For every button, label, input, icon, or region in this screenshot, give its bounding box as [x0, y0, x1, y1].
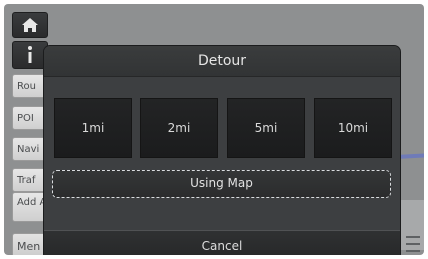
using-map-button[interactable]: Using Map	[52, 170, 391, 198]
detour-2mi-button[interactable]: 2mi	[140, 98, 218, 158]
nav-screen: Rou POI Navi Traf Add Add Men Detour 1mi…	[4, 4, 424, 255]
cancel-button[interactable]: Cancel	[44, 230, 400, 255]
home-button[interactable]	[12, 12, 48, 38]
detour-1mi-button[interactable]: 1mi	[54, 98, 132, 158]
home-icon	[22, 18, 38, 32]
sidebar-item-add[interactable]: Add Add	[12, 192, 48, 222]
detour-10mi-button[interactable]: 10mi	[314, 98, 392, 158]
sidebar-item-poi[interactable]: POI	[12, 106, 48, 130]
detour-5mi-button[interactable]: 5mi	[227, 98, 305, 158]
info-icon	[28, 46, 32, 63]
sidebar-item-route[interactable]: Rou	[12, 74, 48, 98]
list-icon[interactable]	[406, 236, 420, 252]
dialog-title: Detour	[44, 46, 400, 77]
info-button[interactable]	[12, 41, 48, 69]
sidebar-item-navi[interactable]: Navi	[12, 137, 48, 161]
sidebar-item-menu[interactable]: Men	[12, 233, 48, 255]
sidebar-item-traffic[interactable]: Traf	[12, 168, 48, 192]
detour-dialog: Detour 1mi 2mi 5mi 10mi Using Map Cancel	[44, 46, 400, 255]
